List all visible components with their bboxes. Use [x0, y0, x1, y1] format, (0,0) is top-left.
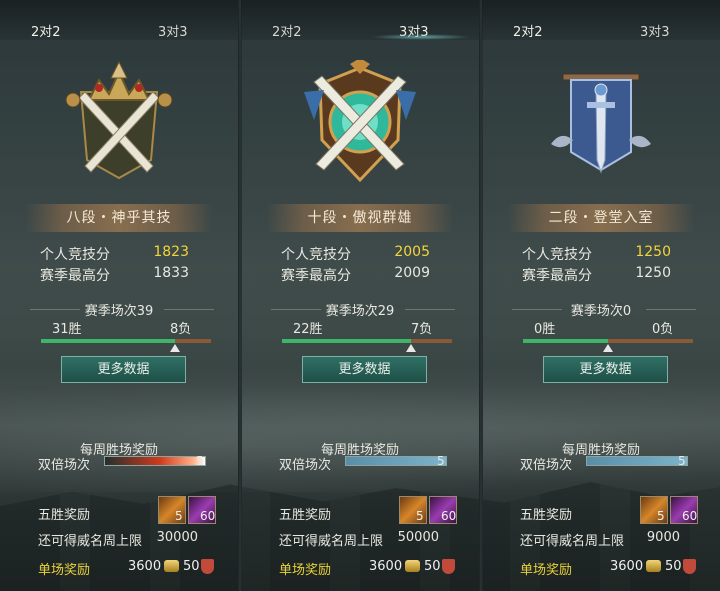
win-fill — [282, 339, 412, 343]
win-ratio-marker-icon — [406, 344, 417, 352]
wins-count: 22胜 — [293, 322, 323, 337]
pvp-ranking-screen: 2对2 3对3 八段・神乎其技 个人竞技分 1823 赛季最高分 1833 赛季… — [0, 0, 720, 591]
double-fill — [346, 457, 446, 465]
losses-count: 0负 — [652, 322, 674, 337]
double-matches-label: 双倍场次 — [279, 458, 332, 473]
losses-count: 8负 — [170, 322, 192, 337]
single-reward-label: 单场奖励 — [520, 563, 573, 578]
weekly-cap-value: 9000 — [646, 530, 680, 545]
season-high-value: 1833 — [153, 265, 189, 281]
win-fill — [41, 339, 176, 343]
personal-score-label: 个人竞技分 — [40, 247, 110, 263]
tab-2v2[interactable]: 2对2 — [513, 21, 543, 40]
win-loss-bar — [282, 339, 452, 343]
personal-score-value: 1823 — [153, 244, 189, 260]
five-win-reward-label: 五胜奖励 — [520, 508, 573, 523]
weekly-cap-label: 还可得威名周上限 — [279, 534, 384, 549]
wins-count: 0胜 — [534, 322, 556, 337]
weekly-cap-value: 50000 — [397, 530, 439, 545]
season-matches: 赛季场次39 — [84, 304, 154, 319]
honor-shield-icon — [442, 559, 455, 574]
double-matches-count: 5 — [678, 454, 686, 468]
ranking-panel-3: 2对2 3对3 二段・登堂入室 个人竞技分 1250 赛季最高分 1250 赛季… — [482, 0, 720, 591]
double-matches-label: 双倍场次 — [38, 458, 91, 473]
double-fill — [105, 457, 205, 465]
ranking-panel-1: 2对2 3对3 八段・神乎其技 个人竞技分 1823 赛季最高分 1833 赛季… — [0, 0, 238, 591]
active-tab-glow — [371, 34, 471, 40]
season-high-label: 赛季最高分 — [40, 268, 110, 284]
win-ratio-marker-icon — [170, 344, 181, 352]
five-win-reward-label: 五胜奖励 — [279, 508, 332, 523]
double-matches-count: 5 — [196, 454, 204, 468]
personal-score-value: 2005 — [394, 244, 430, 260]
crossed-swords-crown-emblem-icon — [65, 60, 173, 180]
five-win-reward-label: 五胜奖励 — [38, 508, 91, 523]
more-data-button[interactable]: 更多数据 — [543, 356, 668, 383]
coin-icon — [164, 560, 179, 572]
gold-item-count: 5 — [657, 509, 665, 523]
personal-score-value: 1250 — [635, 244, 671, 260]
gold-item-count: 5 — [175, 509, 183, 523]
single-reward-money: 3600 — [369, 559, 403, 574]
gold-item-count: 5 — [416, 509, 424, 523]
wins-count: 31胜 — [52, 322, 82, 337]
tab-2v2[interactable]: 2对2 — [31, 21, 61, 40]
ranking-panel-2: 2对2 3对3 十段・傲视群雄 个人竞技分 2005 赛季最高分 2009 赛季… — [241, 0, 479, 591]
single-reward-honor: 50 — [183, 559, 200, 574]
honor-shield-icon — [201, 559, 214, 574]
tab-3v3[interactable]: 3对3 — [640, 21, 670, 40]
purple-item-count: 60 — [200, 509, 216, 523]
coin-icon — [646, 560, 661, 572]
purple-item-count: 60 — [441, 509, 457, 523]
more-data-button[interactable]: 更多数据 — [302, 356, 427, 383]
coin-icon — [405, 560, 420, 572]
single-reward-money: 3600 — [128, 559, 162, 574]
personal-score-label: 个人竞技分 — [281, 247, 351, 263]
win-ratio-marker-icon — [603, 344, 613, 352]
sword-banner-emblem-icon — [551, 73, 651, 174]
mode-tabs: 2对2 3对3 — [0, 0, 238, 40]
losses-count: 7负 — [411, 322, 433, 337]
season-high-label: 赛季最高分 — [522, 268, 592, 284]
single-reward-label: 单场奖励 — [38, 563, 91, 578]
weekly-cap-label: 还可得威名周上限 — [38, 534, 143, 549]
double-matches-bar — [345, 456, 447, 466]
crossed-swords-jade-shield-emblem-icon — [304, 60, 416, 183]
mode-tabs: 2对2 3对3 — [241, 0, 479, 40]
mode-tabs: 2对2 3对3 — [482, 0, 720, 40]
tab-2v2[interactable]: 2对2 — [272, 21, 302, 40]
single-reward-label: 单场奖励 — [279, 563, 332, 578]
single-reward-honor: 50 — [424, 559, 441, 574]
win-fill — [523, 339, 608, 343]
win-loss-bar — [523, 339, 693, 343]
weekly-cap-value: 30000 — [156, 530, 198, 545]
tab-3v3[interactable]: 3对3 — [158, 21, 188, 40]
season-high-label: 赛季最高分 — [281, 268, 351, 284]
single-reward-money: 3600 — [610, 559, 644, 574]
rank-title: 二段・登堂入室 — [508, 204, 694, 232]
double-matches-bar — [586, 456, 688, 466]
purple-item-count: 60 — [682, 509, 698, 523]
double-matches-label: 双倍场次 — [520, 458, 573, 473]
rank-title: 十段・傲视群雄 — [267, 204, 453, 232]
weekly-cap-label: 还可得威名周上限 — [520, 534, 625, 549]
single-reward-honor: 50 — [665, 559, 682, 574]
season-matches: 赛季场次0 — [570, 304, 632, 319]
double-fill — [587, 457, 687, 465]
more-data-button[interactable]: 更多数据 — [61, 356, 186, 383]
double-matches-bar — [104, 456, 206, 466]
double-matches-count: 5 — [437, 454, 445, 468]
season-high-value: 2009 — [394, 265, 430, 281]
win-loss-bar — [41, 339, 211, 343]
season-matches: 赛季场次29 — [325, 304, 395, 319]
personal-score-label: 个人竞技分 — [522, 247, 592, 263]
rank-title: 八段・神乎其技 — [26, 204, 212, 232]
season-high-value: 1250 — [635, 265, 671, 281]
honor-shield-icon — [683, 559, 696, 574]
